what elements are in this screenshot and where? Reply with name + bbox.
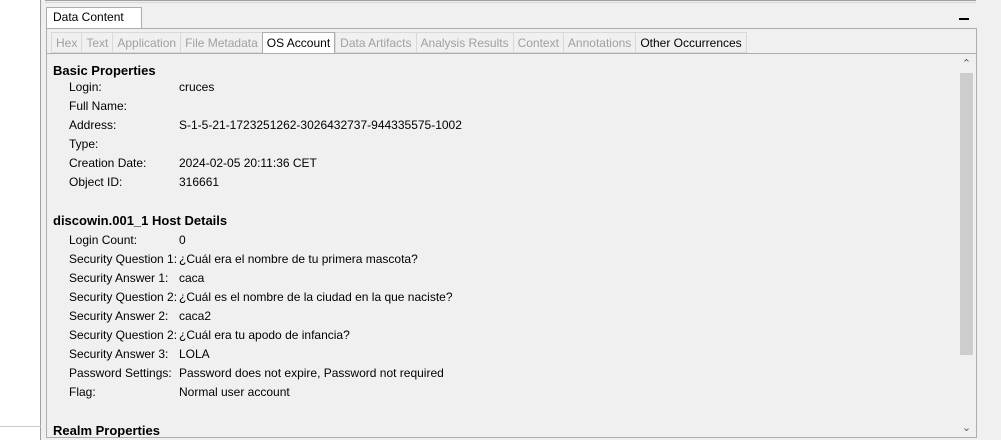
property-label: Flag: <box>69 385 96 399</box>
chevron-up-icon[interactable]: ⌃ <box>958 56 975 73</box>
tab-os-account[interactable]: OS Account <box>261 32 336 54</box>
tab-annotations[interactable]: Annotations <box>562 32 636 53</box>
property-value: ¿Cuál es el nombre de la ciudad en la qu… <box>179 290 453 304</box>
property-label: Address: <box>69 118 117 132</box>
property-value: ¿Cuál era el nombre de tu primera mascot… <box>179 252 418 266</box>
property-label: Security Answer 3: <box>69 347 169 361</box>
os-account-viewer: Basic Properties Login: cruces Full Name… <box>51 56 958 437</box>
basic-properties-title: Basic Properties <box>53 63 156 78</box>
property-label: Full Name: <box>69 99 128 113</box>
viewer-tabs: Hex Text Application File Metadata OS Ac… <box>51 32 747 54</box>
realm-properties-title: Realm Properties <box>53 423 160 437</box>
property-value: cruces <box>179 80 215 94</box>
tab-data-content[interactable]: Data Content <box>46 7 142 28</box>
property-value: ¿Cuál era tu apodo de infancia? <box>179 328 350 342</box>
property-value: caca2 <box>179 309 212 323</box>
left-pane-divider <box>0 426 41 427</box>
property-label: Security Question 2: <box>69 290 178 304</box>
host-details-title: discowin.001_1 Host Details <box>53 213 228 228</box>
tab-analysis-results[interactable]: Analysis Results <box>415 32 513 53</box>
property-value: 316661 <box>179 175 220 189</box>
tab-context[interactable]: Context <box>512 32 563 53</box>
property-value: 2024-02-05 20:11:36 CET <box>179 156 317 170</box>
property-label: Security Question 1: <box>69 252 178 266</box>
top-divider <box>45 0 976 1</box>
property-label: Object ID: <box>69 175 123 189</box>
tab-text[interactable]: Text <box>81 32 113 53</box>
tabs-divider <box>47 53 976 54</box>
property-label: Type: <box>69 137 99 151</box>
vertical-scrollbar[interactable]: ⌃ ⌄ <box>958 56 975 437</box>
property-label: Creation Date: <box>69 156 147 170</box>
property-value: Normal user account <box>179 385 290 399</box>
minimize-icon[interactable] <box>959 18 969 20</box>
property-label: Security Answer 2: <box>69 309 169 323</box>
tab-hex[interactable]: Hex <box>51 32 82 53</box>
left-pane <box>0 0 41 440</box>
property-value: 0 <box>179 233 186 247</box>
property-value: caca <box>179 271 205 285</box>
property-value: LOLA <box>179 347 210 361</box>
tab-file-metadata[interactable]: File Metadata <box>180 32 262 53</box>
property-label: Password Settings: <box>69 366 172 380</box>
tab-application[interactable]: Application <box>112 32 181 53</box>
scrollbar-thumb[interactable] <box>960 73 973 355</box>
data-content-panel: Data Content Hex Text Application File M… <box>41 0 1001 440</box>
chevron-down-icon[interactable]: ⌄ <box>958 420 975 437</box>
property-value: S-1-5-21-1723251262-3026432737-944335575… <box>179 118 462 132</box>
tab-other-occurrences[interactable]: Other Occurrences <box>635 32 747 53</box>
property-label: Login Count: <box>69 233 138 247</box>
property-label: Login: <box>69 80 102 94</box>
property-label: Security Question 2: <box>69 328 178 342</box>
property-value: Password does not expire, Password not r… <box>179 366 444 380</box>
property-label: Security Answer 1: <box>69 271 169 285</box>
tab-data-artifacts[interactable]: Data Artifacts <box>335 32 416 53</box>
content-box: Hex Text Application File Metadata OS Ac… <box>46 28 977 438</box>
top-divider-shadow <box>45 2 976 3</box>
